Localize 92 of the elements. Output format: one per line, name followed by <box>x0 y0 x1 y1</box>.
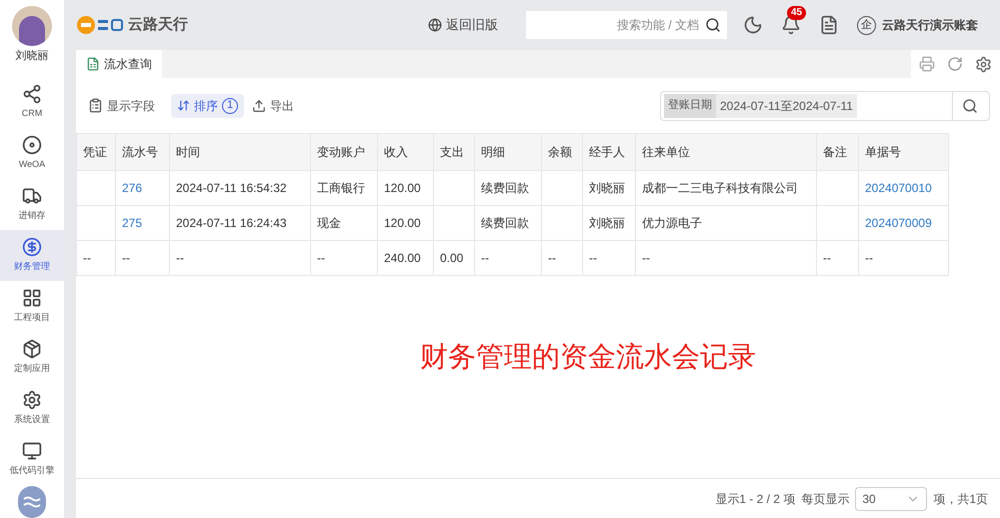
sort-button[interactable]: 排序 1 <box>171 94 244 118</box>
sidebar-item[interactable]: CRM <box>0 76 64 128</box>
table-cell: -- <box>116 240 170 276</box>
table-cell: 续费回款 <box>474 170 542 206</box>
date-filter[interactable]: 登账日期 2024-07-11至2024-07-11 <box>660 90 990 120</box>
document-icon[interactable] <box>819 15 839 35</box>
column-header: 凭证 <box>76 134 116 170</box>
table-cell[interactable]: 275 <box>116 206 170 240</box>
table-cell: -- <box>636 240 816 276</box>
disc-icon <box>22 134 42 155</box>
list-icon <box>88 98 103 113</box>
grid-icon <box>22 288 42 308</box>
sidebar-item[interactable]: 定制应用 <box>0 332 64 382</box>
table-cell[interactable]: 276 <box>116 170 170 206</box>
search-icon[interactable] <box>705 17 721 33</box>
float-button[interactable] <box>18 486 46 518</box>
sidebar-item[interactable]: 财务管理 <box>0 230 64 280</box>
sort-icon <box>177 99 190 112</box>
logo-text: 云路天行 <box>128 14 188 35</box>
table-cell: 240.00 <box>378 240 434 276</box>
globe-icon <box>428 18 442 32</box>
table-cell: 2024-07-11 16:24:43 <box>170 206 310 240</box>
page-count: 项，共1页 <box>933 490 988 508</box>
per-page-label: 每页显示 <box>801 490 850 508</box>
sidebar-item[interactable]: 进销存 <box>0 178 64 230</box>
spreadsheet-icon <box>86 57 100 71</box>
company-icon: 企 <box>857 16 876 34</box>
account-name[interactable]: 云路天行演示账套 <box>882 16 978 34</box>
coin-icon <box>22 236 42 257</box>
table-cell: 现金 <box>310 206 378 240</box>
back-link[interactable]: 返回旧版 <box>428 15 524 35</box>
table-cell: 刘晓丽 <box>582 206 636 240</box>
network-icon <box>22 84 42 104</box>
wave-icon <box>23 496 41 508</box>
table-cell: -- <box>170 240 310 276</box>
column-header: 支出 <box>434 134 474 170</box>
bell-icon[interactable] <box>781 15 801 35</box>
search-field[interactable]: 搜索功能 / 文档 <box>526 11 727 39</box>
table-cell: 2024-07-11 16:54:32 <box>170 170 310 206</box>
table-cell: 刘晓丽 <box>582 170 636 206</box>
sidebar-item[interactable]: WeOA <box>0 128 64 178</box>
sidebar-item[interactable]: 低代码引擎 <box>0 434 64 484</box>
fields-button[interactable]: 显示字段 <box>86 96 157 114</box>
table-cell: 优力源电子 <box>636 206 816 240</box>
upload-icon <box>252 98 266 112</box>
settings-icon <box>22 390 42 410</box>
box-icon <box>22 338 42 359</box>
logo-icon <box>76 15 124 35</box>
table-cell: -- <box>76 240 116 276</box>
table-cell: 工商银行 <box>310 170 378 206</box>
table-cell: -- <box>542 240 582 276</box>
column-header: 余额 <box>542 134 582 170</box>
column-header: 明细 <box>474 134 542 170</box>
search-icon[interactable] <box>962 98 978 114</box>
export-button[interactable]: 导出 <box>252 96 294 114</box>
settings-icon[interactable] <box>975 56 992 72</box>
moon-icon[interactable] <box>743 15 763 35</box>
filter-label: 登账日期 <box>664 94 716 118</box>
column-header: 单据号 <box>858 134 948 170</box>
column-header: 经手人 <box>582 134 636 170</box>
monitor-icon <box>22 440 42 461</box>
table-cell: 0.00 <box>434 240 474 276</box>
table-cell: -- <box>858 240 948 276</box>
table-cell: 成都一二三电子科技有限公司 <box>636 170 816 206</box>
table-cell: -- <box>582 240 636 276</box>
range-text: 显示1 - 2 / 2 项 <box>715 490 796 508</box>
refresh-icon[interactable] <box>947 56 963 72</box>
table-cell: -- <box>474 240 542 276</box>
table-cell[interactable]: 2024070009 <box>858 206 948 240</box>
column-header: 收入 <box>378 134 434 170</box>
page-size-select[interactable]: 30 <box>855 486 928 510</box>
table-cell: -- <box>816 240 858 276</box>
date-range: 2024-07-11至2024-07-11 <box>716 94 857 118</box>
user-name: 刘晓丽 <box>16 48 48 64</box>
table-cell: 120.00 <box>378 206 434 240</box>
avatar[interactable] <box>12 6 52 46</box>
column-header: 流水号 <box>116 134 170 170</box>
truck-icon <box>22 186 42 206</box>
annotation-text: 财务管理的资金流水会记录 <box>420 340 756 374</box>
column-header: 往来单位 <box>636 134 816 170</box>
sort-count: 1 <box>222 98 238 114</box>
notification-badge: 45 <box>787 6 806 20</box>
column-header: 时间 <box>170 134 310 170</box>
table-cell: -- <box>310 240 378 276</box>
table-cell: 续费回款 <box>474 206 542 240</box>
table-cell[interactable]: 2024070010 <box>858 170 948 206</box>
sidebar-item[interactable]: 系统设置 <box>0 382 64 434</box>
column-header: 备注 <box>816 134 858 170</box>
sidebar-item[interactable]: 工程项目 <box>0 280 64 332</box>
tab[interactable]: 流水查询 <box>76 50 162 78</box>
table-cell: 120.00 <box>378 170 434 206</box>
column-header: 变动账户 <box>310 134 378 170</box>
